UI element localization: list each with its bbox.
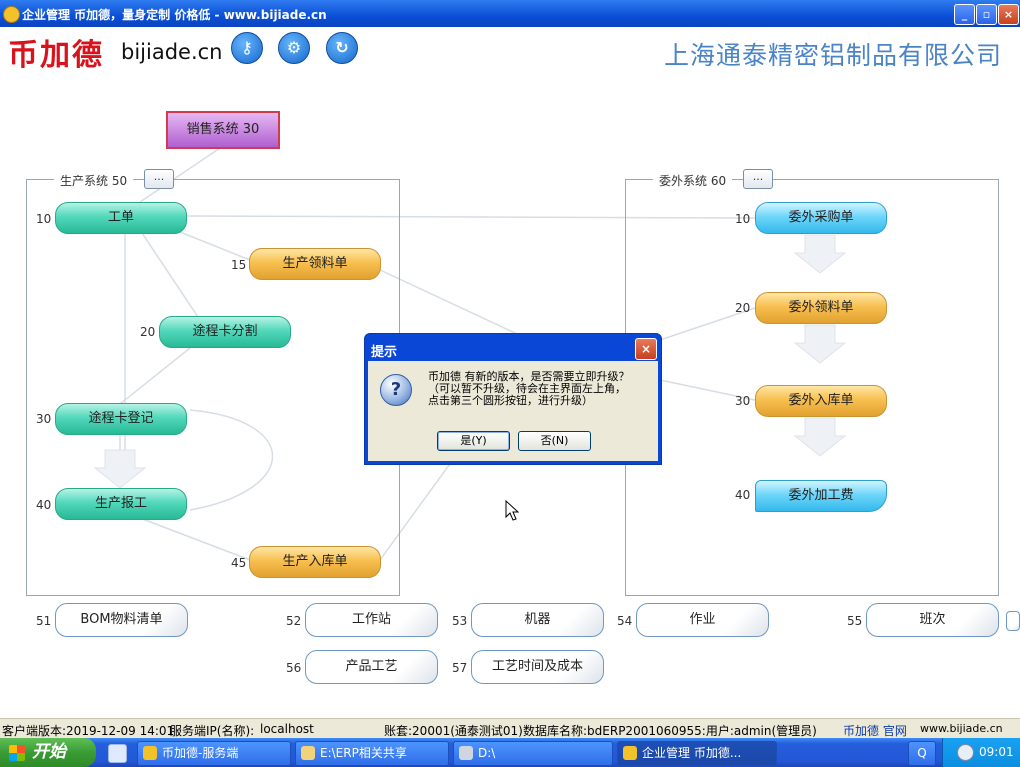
windows-logo-icon [9, 745, 25, 761]
tile-bom[interactable]: BOM物料清单 [55, 603, 188, 637]
node-outsource-purchase[interactable]: 委外采购单 [755, 202, 887, 234]
tile-workstation[interactable]: 工作站 [305, 603, 438, 637]
node-production-picking[interactable]: 生产领料单 [249, 248, 381, 280]
dialog-message-line: 点击第三个圆形按钮，进行升级） [428, 394, 593, 407]
node-production-stock-in[interactable]: 生产入库单 [249, 546, 381, 578]
taskbar-item-label: 企业管理 币加德... [642, 746, 742, 760]
dialog-body: ? 币加德 有新的版本，是否需要立即升级？ （可以暂不升级，待会在主界面左上角，… [368, 361, 658, 461]
node-number: 10 [36, 212, 52, 226]
mouse-cursor-icon [505, 500, 519, 521]
window-title: 企业管理 币加德，量身定制 价格低 - www.bijiade.cn [22, 8, 327, 22]
folder-icon [301, 746, 315, 760]
tile-number: 52 [286, 614, 302, 628]
taskbar-item-erp-folder[interactable]: E:\ERP相关共享 [295, 741, 449, 766]
dialog-close-button[interactable]: × [635, 338, 657, 360]
taskbar-item-d-drive[interactable]: D:\ [453, 741, 613, 766]
search-icon[interactable]: Q [908, 741, 936, 766]
group-production-label: 生产系统 50 [54, 172, 134, 189]
taskbar-item-label: 币加德-服务端 [162, 746, 239, 760]
database-info: 数据库名称:bdERP2001060955:用户:admin(管理员) [523, 724, 817, 738]
start-button[interactable]: 开始 [0, 738, 96, 767]
window-title-bar: 企业管理 币加德，量身定制 价格低 - www.bijiade.cn _ ▫ × [0, 0, 1020, 27]
tray-app-icon[interactable] [957, 744, 974, 761]
tile-process-time-cost[interactable]: 工艺时间及成本 [471, 650, 604, 684]
tile-shift[interactable]: 班次 [866, 603, 999, 637]
client-version: 客户端版本:2019-12-09 14:01 [2, 724, 175, 738]
overflow-more-button[interactable] [1006, 611, 1020, 631]
taskbar-item-label: E:\ERP相关共享 [320, 746, 407, 760]
node-work-order[interactable]: 工单 [55, 202, 187, 234]
app-icon [143, 746, 157, 760]
no-button[interactable]: 否(N) [518, 431, 591, 451]
node-number: 20 [140, 325, 156, 339]
start-label: 开始 [32, 742, 66, 762]
upgrade-dialog: 提示 × ? 币加德 有新的版本，是否需要立即升级？ （可以暂不升级，待会在主界… [364, 333, 662, 465]
site-url[interactable]: www.bijiade.cn [920, 722, 1003, 735]
node-sales-system[interactable]: 销售系统 30 [166, 111, 280, 149]
taskbar-item-label: D:\ [478, 746, 496, 760]
taskbar-item-server[interactable]: 币加德-服务端 [137, 741, 291, 766]
tile-number: 51 [36, 614, 52, 628]
maximize-button[interactable]: ▫ [976, 4, 997, 25]
node-route-card-split[interactable]: 途程卡分割 [159, 316, 291, 348]
taskbar: 开始 币加德-服务端 E:\ERP相关共享 D:\ 企业管理 币加德... Q … [0, 738, 1020, 767]
tile-machine[interactable]: 机器 [471, 603, 604, 637]
tile-product-process[interactable]: 产品工艺 [305, 650, 438, 684]
node-number: 30 [735, 394, 751, 408]
yes-button[interactable]: 是(Y) [437, 431, 510, 451]
tile-number: 57 [452, 661, 468, 675]
tile-number: 56 [286, 661, 302, 675]
group-production [26, 179, 400, 596]
key-icon[interactable]: ⚷ [231, 32, 263, 64]
brand-domain: bijiade.cn [121, 40, 223, 64]
brand-logo-text: 币加德 [8, 38, 104, 73]
node-number: 40 [735, 488, 751, 502]
close-button[interactable]: × [998, 4, 1019, 25]
server-name: localhost [260, 722, 314, 736]
dialog-title: 提示 [371, 345, 398, 360]
drive-icon [459, 746, 473, 760]
question-icon: ? [380, 374, 412, 406]
app-icon [623, 746, 637, 760]
tile-number: 55 [847, 614, 863, 628]
node-number: 30 [36, 412, 52, 426]
official-site-link[interactable]: 币加德 官网 [843, 722, 907, 739]
dialog-message: 币加德 有新的版本，是否需要立即升级？ （可以暂不升级，待会在主界面左上角， 点… [428, 371, 654, 407]
minimize-button[interactable]: _ [954, 4, 975, 25]
node-outsource-stock-in[interactable]: 委外入库单 [755, 385, 887, 417]
app-icon [3, 6, 20, 23]
node-number: 40 [36, 498, 52, 512]
node-route-card-register[interactable]: 途程卡登记 [55, 403, 187, 435]
node-outsource-fee[interactable]: 委外加工费 [755, 480, 887, 512]
tile-number: 54 [617, 614, 633, 628]
system-tray: 09:01 [942, 738, 1020, 767]
clock: 09:01 [979, 745, 1014, 759]
tile-number: 53 [452, 614, 468, 628]
tile-operation[interactable]: 作业 [636, 603, 769, 637]
account-info: 账套:20001(通泰测试01) [384, 724, 523, 738]
node-number: 45 [231, 556, 247, 570]
node-outsource-picking[interactable]: 委外领料单 [755, 292, 887, 324]
group-outsource-label: 委外系统 60 [653, 172, 733, 189]
node-number: 10 [735, 212, 751, 226]
gear-icon[interactable]: ⚙ [278, 32, 310, 64]
quicklaunch-ie-icon[interactable] [108, 744, 127, 763]
server-label: 服务端IP(名称): [170, 724, 255, 738]
taskbar-item-main-app[interactable]: 企业管理 币加德... [617, 741, 777, 766]
refresh-icon[interactable]: ↻ [326, 32, 358, 64]
production-more-button[interactable]: ... [144, 169, 174, 189]
node-number: 15 [231, 258, 247, 272]
outsource-more-button[interactable]: ... [743, 169, 773, 189]
company-name: 上海通泰精密铝制品有限公司 [663, 41, 1002, 70]
node-number: 20 [735, 301, 751, 315]
status-bar: 客户端版本:2019-12-09 14:01 服务端IP(名称): localh… [0, 718, 1020, 739]
node-production-report[interactable]: 生产报工 [55, 488, 187, 520]
